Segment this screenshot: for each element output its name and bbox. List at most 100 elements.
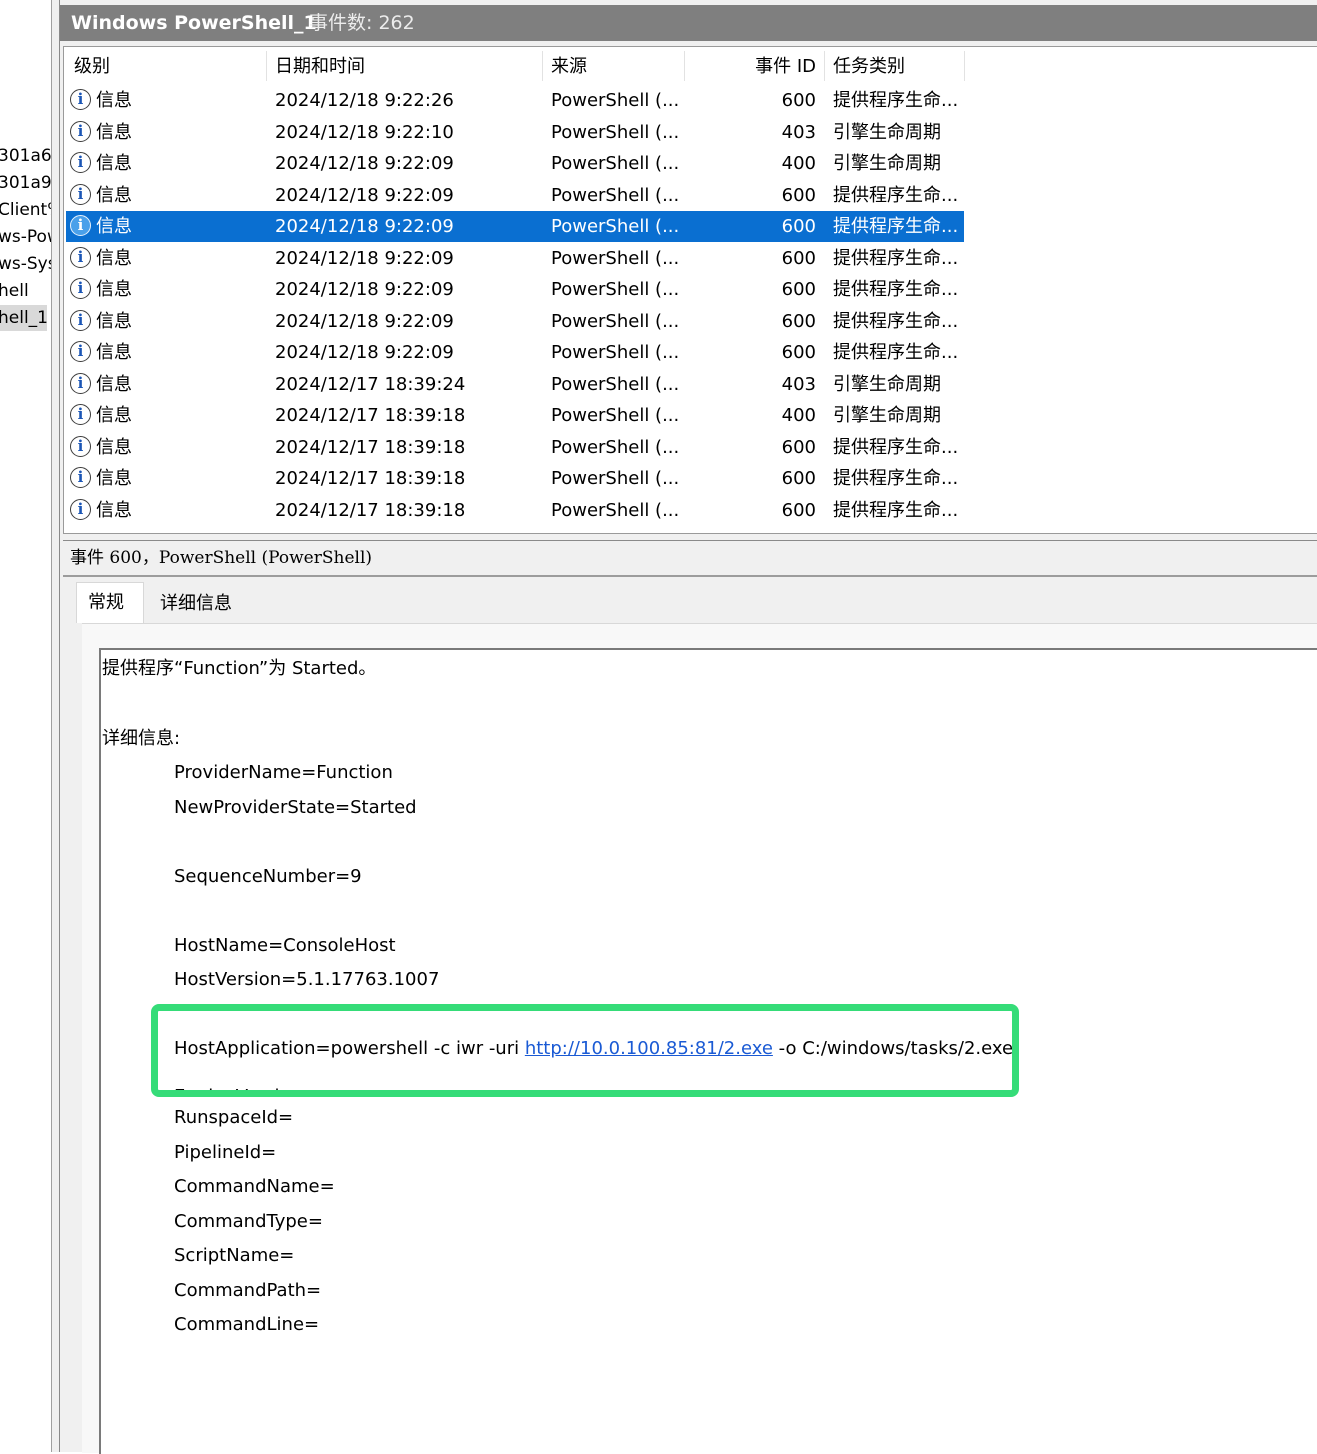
event-row[interactable]: i 信息 2024/12/17 18:39:18 PowerShell (... 600… xyxy=(66,432,964,463)
tree-item[interactable]: 301a61 xyxy=(0,143,51,169)
event-row-selected[interactable]: i 信息 2024/12/18 9:22:09 PowerShell (... 600 提… xyxy=(66,211,964,242)
info-icon: i xyxy=(70,215,91,236)
cell-level: 信息 xyxy=(96,247,132,269)
column-header-source[interactable]: 来源 xyxy=(551,47,587,85)
column-divider[interactable] xyxy=(266,51,267,81)
cell-level: 信息 xyxy=(96,310,132,332)
cell-level: 信息 xyxy=(96,216,132,237)
column-divider[interactable] xyxy=(964,51,965,81)
cell-task-category: 提供程序生命... xyxy=(833,279,959,300)
column-header-event-id[interactable]: 事件 ID xyxy=(684,47,816,85)
event-row[interactable]: i 信息 2024/12/18 9:22:09 PowerShell (... 600 提… xyxy=(66,337,964,368)
column-divider[interactable] xyxy=(542,51,543,81)
event-row[interactable]: i 信息 2024/12/18 9:22:09 PowerShell (... 600 提… xyxy=(66,243,964,274)
cell-task-category: 引擎生命周期 xyxy=(833,373,941,395)
tree-item[interactable]: ws-Sysi xyxy=(0,251,51,277)
tree-item[interactable]: Client% xyxy=(0,197,51,223)
cell-datetime: 2024/12/18 9:22:09 xyxy=(275,279,454,300)
tab-details[interactable]: 详细信息 xyxy=(160,586,232,622)
details-label: 详细信息: xyxy=(102,728,181,749)
event-count: 事件数: 262 xyxy=(309,12,415,34)
cell-task-category: 提供程序生命... xyxy=(833,90,959,111)
cell-source: PowerShell (... xyxy=(551,342,680,363)
cell-event-id: 600 xyxy=(781,216,816,237)
tree-item[interactable]: 301a93 xyxy=(0,170,51,196)
field-command-path: CommandPath= xyxy=(174,1280,322,1301)
cell-level: 信息 xyxy=(96,121,132,143)
cell-datetime: 2024/12/17 18:39:24 xyxy=(275,373,466,395)
event-row[interactable]: i 信息 2024/12/18 9:22:09 PowerShell (... 600 提… xyxy=(66,274,964,305)
field-pipeline-id: PipelineId= xyxy=(174,1142,277,1163)
column-header-datetime[interactable]: 日期和时间 xyxy=(275,47,365,85)
column-header-level[interactable]: 级别 xyxy=(74,47,110,85)
event-detail-header: 事件 600，PowerShell (PowerShell) xyxy=(63,540,1317,577)
cell-source: PowerShell (... xyxy=(551,499,680,521)
field-runspace-id: RunspaceId= xyxy=(174,1107,294,1128)
tree-item-selected[interactable]: hell_1 xyxy=(0,305,48,331)
cell-level: 信息 xyxy=(96,373,132,395)
log-name: Windows PowerShell_1 xyxy=(71,12,317,34)
cell-level: 信息 xyxy=(96,436,132,458)
tree-item[interactable]: hell xyxy=(0,278,29,304)
log-title-bar: Windows PowerShell_1 事件数: 262 xyxy=(60,5,1317,41)
cell-task-category: 引擎生命周期 xyxy=(833,121,941,143)
cell-datetime: 2024/12/18 9:22:09 xyxy=(275,342,454,363)
event-row[interactable]: i 信息 2024/12/18 9:22:09 PowerShell (... 600 提… xyxy=(66,306,964,337)
cell-level: 信息 xyxy=(96,153,132,174)
info-icon: i xyxy=(70,152,91,173)
column-divider[interactable] xyxy=(824,51,825,81)
cell-source: PowerShell (... xyxy=(551,184,680,206)
event-viewer-pane: Windows PowerShell_1 事件数: 262 级别 日期和时间 来… xyxy=(59,0,1317,1454)
cell-source: PowerShell (... xyxy=(551,279,680,300)
tab-general[interactable]: 常规 xyxy=(76,582,144,623)
info-icon: i xyxy=(70,278,91,299)
column-header-task-category[interactable]: 任务类别 xyxy=(833,47,905,85)
cell-datetime: 2024/12/17 18:39:18 xyxy=(275,436,466,458)
cell-event-id: 600 xyxy=(781,468,816,489)
field-command-line: CommandLine= xyxy=(174,1314,320,1335)
event-row[interactable]: i 信息 2024/12/18 9:22:10 PowerShell (... 403 引… xyxy=(66,117,964,148)
cell-task-category: 提供程序生命... xyxy=(833,342,959,363)
cell-level: 信息 xyxy=(96,184,132,206)
event-row[interactable]: i 信息 2024/12/17 18:39:18 PowerShell (... 400… xyxy=(66,400,964,431)
cell-task-category: 提供程序生命... xyxy=(833,499,959,521)
field-script-name: ScriptName= xyxy=(174,1245,295,1266)
event-row[interactable]: i 信息 2024/12/17 18:39:18 PowerShell (... 600… xyxy=(66,495,964,526)
cell-datetime: 2024/12/18 9:22:09 xyxy=(275,247,454,269)
cell-datetime: 2024/12/17 18:39:18 xyxy=(275,468,466,489)
cell-level: 信息 xyxy=(96,342,132,363)
event-row[interactable]: i 信息 2024/12/18 9:22:09 PowerShell (... 600 提… xyxy=(66,180,964,211)
event-row[interactable]: i 信息 2024/12/18 9:22:09 PowerShell (... 400 引… xyxy=(66,148,964,179)
event-row[interactable]: i 信息 2024/12/18 9:22:26 PowerShell (... 600 提… xyxy=(66,85,964,116)
splitter[interactable] xyxy=(52,0,59,1452)
event-row[interactable]: i 信息 2024/12/17 18:39:18 PowerShell (... 600… xyxy=(66,463,964,494)
tree-item[interactable]: ws-Pow xyxy=(0,224,51,250)
field-command-name: CommandName= xyxy=(174,1176,335,1197)
field-host-name: HostName=ConsoleHost xyxy=(174,935,396,956)
info-icon: i xyxy=(70,309,91,331)
info-icon: i xyxy=(70,183,91,205)
event-row[interactable]: i 信息 2024/12/17 18:39:24 PowerShell (... 403… xyxy=(66,369,964,400)
info-icon: i xyxy=(70,467,91,488)
cell-source: PowerShell (... xyxy=(551,153,680,174)
field-host-version: HostVersion=5.1.17763.1007 xyxy=(174,969,440,990)
cell-event-id: 403 xyxy=(781,373,816,395)
event-list: 级别 日期和时间 来源 事件 ID 任务类别 i 信息 2024/12/18 9:2… xyxy=(63,46,1317,534)
cell-datetime: 2024/12/18 9:22:09 xyxy=(275,310,454,332)
info-icon: i xyxy=(70,341,91,362)
cell-event-id: 600 xyxy=(781,184,816,206)
cell-source: PowerShell (... xyxy=(551,436,680,458)
cell-event-id: 600 xyxy=(781,247,816,269)
info-icon: i xyxy=(70,89,91,110)
cell-event-id: 400 xyxy=(781,405,816,426)
cell-task-category: 引擎生命周期 xyxy=(833,153,941,174)
field-sequence-number: SequenceNumber=9 xyxy=(174,866,362,887)
cell-datetime: 2024/12/17 18:39:18 xyxy=(275,499,466,521)
cell-source: PowerShell (... xyxy=(551,310,680,332)
field-command-type: CommandType= xyxy=(174,1211,323,1232)
info-icon: i xyxy=(70,120,91,142)
cell-event-id: 600 xyxy=(781,279,816,300)
cell-level: 信息 xyxy=(96,499,132,521)
cell-source: PowerShell (... xyxy=(551,121,680,143)
cell-event-id: 600 xyxy=(781,90,816,111)
